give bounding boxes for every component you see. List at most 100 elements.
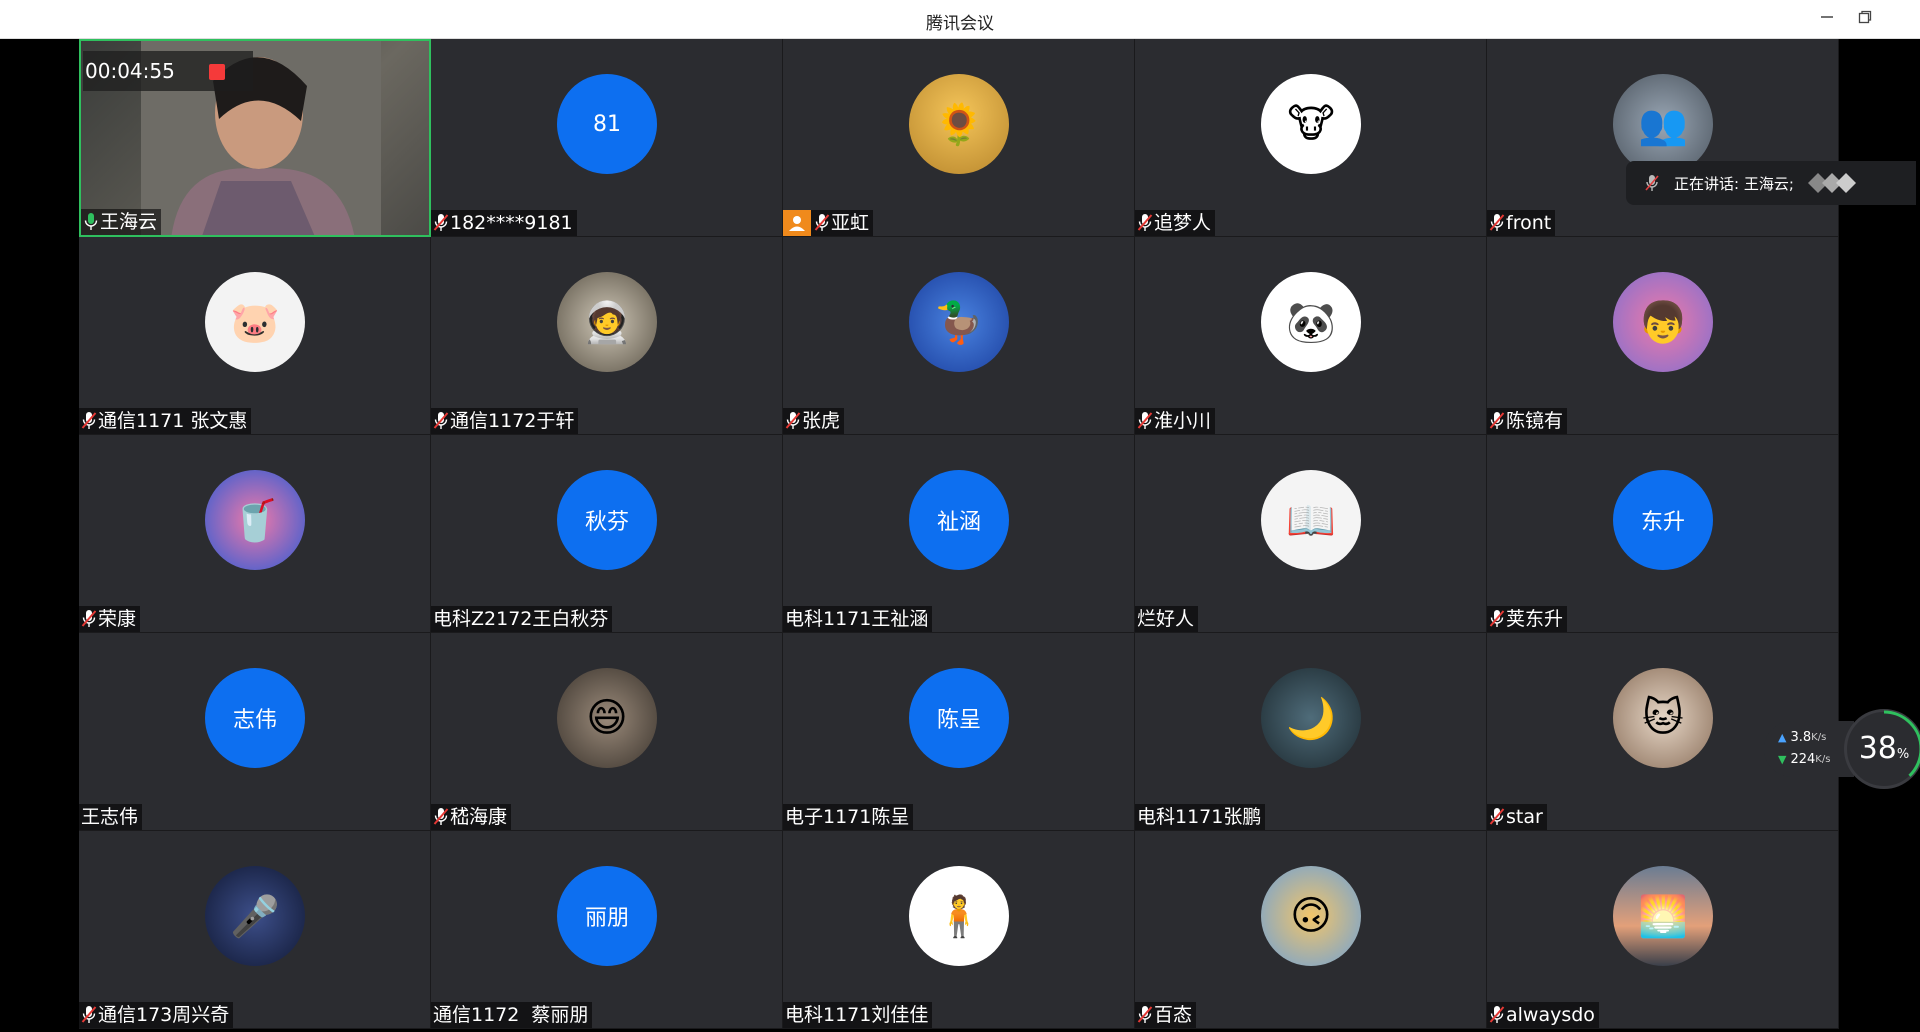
window-title: 腾讯会议 bbox=[926, 14, 994, 34]
participant-tile[interactable]: 🎤 通信173周兴奇 bbox=[79, 831, 431, 1029]
avatar-initials: 丽朋 bbox=[584, 906, 629, 931]
meeting-stage: 00:04:55 王海云 81 182****9181 🌻 亚虹 🐮 追梦人 👥 front 🐷 通信… bbox=[0, 39, 1920, 1032]
avatar-image: 🌻 bbox=[934, 101, 984, 148]
muted-mic-icon bbox=[1137, 213, 1153, 233]
participant-nameplate: 烂好人 bbox=[1135, 606, 1199, 632]
avatar-image: 🎤 bbox=[230, 893, 280, 940]
muted-mic-icon bbox=[433, 213, 449, 233]
avatar-image: 🐮 bbox=[1287, 101, 1335, 147]
participant-name: alwaysdo bbox=[1506, 1004, 1595, 1026]
participant-nameplate: 淮小川 bbox=[1135, 408, 1216, 434]
avatar-image: 🌙 bbox=[1286, 695, 1336, 742]
participant-name: 王志伟 bbox=[81, 806, 139, 828]
cpu-gauge: 38% bbox=[1844, 709, 1920, 789]
participant-name: 182****9181 bbox=[450, 212, 573, 234]
participant-tile[interactable]: 🌅 alwaysdo bbox=[1487, 831, 1839, 1029]
download-speed: 224 bbox=[1790, 752, 1816, 767]
participant-tile[interactable]: 🐮 追梦人 bbox=[1135, 39, 1487, 237]
network-speed-pill: ▲ 3.8 K/s ▼ 224 K/s bbox=[1764, 721, 1854, 777]
participant-name: 电科1171王祉涵 bbox=[785, 608, 929, 630]
duck-icon: 🦆 bbox=[909, 272, 1009, 372]
speaking-indicator: 正在讲话: 王海云; bbox=[1626, 161, 1916, 205]
muted-mic-icon bbox=[81, 609, 97, 629]
child-reading-icon: 📖 bbox=[1261, 470, 1361, 570]
muted-mic-icon bbox=[1489, 213, 1505, 233]
avatar: 秋芬 bbox=[557, 470, 657, 570]
avatar-image: 🐷 bbox=[230, 299, 280, 346]
participant-name: 嵇海康 bbox=[450, 806, 508, 828]
participant-name: 通信173周兴奇 bbox=[98, 1004, 230, 1026]
participant-nameplate: 电科Z2172王白秋芬 bbox=[431, 606, 613, 632]
avatar-image: 🐱 bbox=[1642, 695, 1684, 741]
participant-name: 荚东升 bbox=[1506, 608, 1564, 630]
avatar-image: 🦆 bbox=[934, 299, 984, 346]
participant-tile[interactable]: 秋芬电科Z2172王白秋芬 bbox=[431, 435, 783, 633]
avatar-image: 🥤 bbox=[230, 497, 280, 544]
avatar-initials: 81 bbox=[593, 111, 621, 137]
recording-indicator-icon bbox=[209, 64, 225, 80]
participant-nameplate: 荣康 bbox=[79, 606, 141, 632]
avatar: 丽朋 bbox=[557, 866, 657, 966]
muted-mic-icon bbox=[785, 411, 801, 431]
participant-tile[interactable]: 📖 烂好人 bbox=[1135, 435, 1487, 633]
cartoon-pepsi-icon: 🥤 bbox=[205, 470, 305, 570]
elapsed-time: 00:04:55 bbox=[85, 59, 175, 83]
upload-arrow-icon: ▲ bbox=[1778, 731, 1787, 744]
participant-nameplate: 电科1171刘佳佳 bbox=[783, 1002, 933, 1028]
minimize-icon[interactable] bbox=[1812, 6, 1842, 32]
participant-nameplate: 王海云 bbox=[81, 209, 162, 235]
avatar-image: 👦 bbox=[1638, 299, 1688, 346]
avatar: 东升 bbox=[1613, 470, 1713, 570]
participant-tile[interactable]: 81 182****9181 bbox=[431, 39, 783, 237]
network-status-widget[interactable]: ▲ 3.8 K/s ▼ 224 K/s 38% bbox=[1764, 709, 1920, 789]
upload-speed: 3.8 bbox=[1790, 730, 1812, 745]
participant-tile[interactable]: 00:04:55 王海云 bbox=[79, 39, 431, 237]
participant-tile[interactable]: 🥤 荣康 bbox=[79, 435, 431, 633]
upside-down-cartoon-icon: 🙃 bbox=[1261, 866, 1361, 966]
sunflower-girl-icon: 🌻 bbox=[909, 74, 1009, 174]
participant-tile[interactable]: 志伟 王志伟 bbox=[79, 633, 431, 831]
participant-nameplate: 电科1171张鹏 bbox=[1135, 804, 1266, 830]
avatar-image: 🙃 bbox=[1290, 893, 1332, 939]
panda-icon: 🐼 bbox=[1261, 272, 1361, 372]
cartoon-boy-icon: 👦 bbox=[1613, 272, 1713, 372]
mic-icon bbox=[83, 212, 99, 232]
participant-tile[interactable]: 东升荚东升 bbox=[1487, 435, 1839, 633]
speaking-label: 正在讲话: 王海云; bbox=[1674, 174, 1794, 193]
participant-tile[interactable]: 🐼 淮小川 bbox=[1135, 237, 1487, 435]
participant-tile[interactable]: 👥 front bbox=[1487, 39, 1839, 237]
participant-tile[interactable]: 🧍 电科1171刘佳佳 bbox=[783, 831, 1135, 1029]
participant-grid: 00:04:55 王海云 81 182****9181 🌻 亚虹 🐮 追梦人 👥 front 🐷 通信… bbox=[79, 39, 1839, 1029]
participant-tile[interactable]: 🌻 亚虹 bbox=[783, 39, 1135, 237]
participant-tile[interactable]: 🐷 通信1171 张文惠 bbox=[79, 237, 431, 435]
participant-tile[interactable]: 🦆 张虎 bbox=[783, 237, 1135, 435]
singer-portrait-icon: 🎤 bbox=[205, 866, 305, 966]
restore-icon[interactable] bbox=[1850, 6, 1880, 32]
participant-tile[interactable]: 陈呈 电子1171陈呈 bbox=[783, 633, 1135, 831]
participant-tile[interactable]: 祉涵 电科1171王祉涵 bbox=[783, 435, 1135, 633]
participant-name: 淮小川 bbox=[1154, 410, 1212, 432]
participant-tile[interactable]: 🧑‍🚀 通信1172于轩 bbox=[431, 237, 783, 435]
participant-name: star bbox=[1506, 806, 1543, 828]
participant-tile[interactable]: 丽朋 通信1172 蔡丽朋 bbox=[431, 831, 783, 1029]
recording-timer: 00:04:55 bbox=[83, 51, 253, 91]
participant-name: 陈镜有 bbox=[1506, 410, 1564, 432]
download-arrow-icon: ▼ bbox=[1778, 753, 1787, 766]
participant-tile[interactable]: 😄 嵇海康 bbox=[431, 633, 783, 831]
avatar-initials: 东升 bbox=[1640, 510, 1685, 535]
participant-nameplate: 百态 bbox=[1135, 1002, 1197, 1028]
participant-nameplate: 电子1171陈呈 bbox=[783, 804, 914, 830]
avatar-image: 😄 bbox=[586, 695, 628, 741]
avatar-image: 🌅 bbox=[1638, 893, 1688, 940]
participant-tile[interactable]: 🙃 百态 bbox=[1135, 831, 1487, 1029]
avatar-image: 🧍 bbox=[934, 893, 984, 940]
participant-tile[interactable]: 🌙 电科1171张鹏 bbox=[1135, 633, 1487, 831]
muted-mic-icon bbox=[1644, 173, 1660, 193]
participant-name: 王海云 bbox=[100, 211, 158, 233]
participant-name: 百态 bbox=[1154, 1004, 1193, 1026]
participant-name: 烂好人 bbox=[1137, 608, 1195, 630]
muted-mic-icon bbox=[81, 1005, 97, 1025]
participant-tile[interactable]: 👦 陈镜有 bbox=[1487, 237, 1839, 435]
participant-nameplate: 通信173周兴奇 bbox=[79, 1002, 234, 1028]
participant-nameplate: 王志伟 bbox=[79, 804, 143, 830]
